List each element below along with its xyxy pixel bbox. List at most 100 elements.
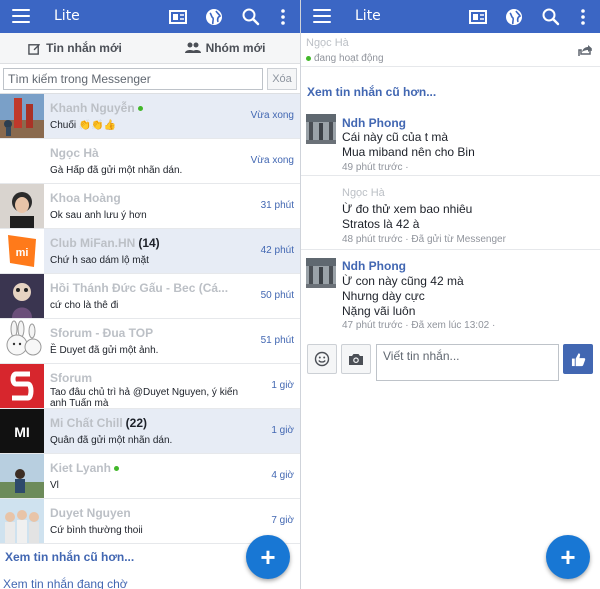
app-brand: Lite <box>355 8 381 24</box>
see-older-messages-link[interactable]: Xem tin nhắn cũ hơn... <box>307 85 436 99</box>
new-group-tab[interactable]: Nhóm mới <box>150 33 300 63</box>
conversation-avatar <box>0 139 44 183</box>
message-sender[interactable]: Ndh Phong <box>342 259 406 273</box>
message-text: Nhưng dày cực <box>342 289 425 303</box>
menu-icon[interactable] <box>12 9 30 23</box>
search-input[interactable] <box>3 67 263 90</box>
conversation-name: Kiet Lyanh <box>50 461 111 475</box>
conversation-name-wrap: Club MiFan.HN (14) <box>50 236 160 250</box>
conversation-snippet: cứ cho là thê đi <box>50 300 119 311</box>
conversation-name-wrap: Duyet Nguyen <box>50 506 131 520</box>
message-sender[interactable]: Ndh Phong <box>342 116 406 130</box>
menu-icon[interactable] <box>313 9 331 23</box>
conversation-list: Khanh Nguyễn Chuối 👏👏👍 Vừa xong Ngọc Hà Gà H… <box>0 94 300 544</box>
message-group: Ngọc Hà Ừ đo thử xem bao nhiêu Stratos l… <box>301 177 600 250</box>
conversation-row[interactable]: Khoa Hoàng Ok sau anh lưu ý hơn 31 phút <box>0 184 300 229</box>
globe-icon[interactable] <box>504 7 524 27</box>
conversation-list-pane: Lite Tin nhắn mới Nhóm mới Xóa Khanh Ngu… <box>0 0 300 589</box>
conversation-avatar <box>0 364 44 408</box>
search-icon[interactable] <box>241 7 261 27</box>
svg-text:mi: mi <box>16 247 29 259</box>
conversation-time: 42 phút <box>260 245 294 256</box>
message-meta: 48 phút trước · Đã gửi từ Messenger <box>342 234 506 245</box>
emoji-button[interactable] <box>307 344 337 374</box>
new-group-label: Nhóm mới <box>205 41 266 55</box>
message-meta: 49 phút trước · <box>342 162 409 173</box>
message-sender[interactable]: Ngọc Hà <box>342 187 385 199</box>
compose-tabs: Tin nhắn mới Nhóm mới <box>0 33 300 64</box>
conversation-avatar <box>0 319 44 363</box>
conversation-time: 4 giờ <box>271 470 294 481</box>
conversation-row[interactable]: mi Club MiFan.HN (14) Chứ h sao dám lộ mặt 4… <box>0 229 300 274</box>
like-button[interactable] <box>563 344 593 374</box>
chat-contact-name[interactable]: Ngọc Hà <box>306 37 349 49</box>
conversation-avatar: MI <box>0 409 44 453</box>
more-options-icon[interactable] <box>273 7 293 27</box>
message-text: Mua miband nên cho Bin <box>342 145 475 159</box>
online-dot <box>113 466 119 472</box>
sender-avatar[interactable] <box>306 114 336 144</box>
conversation-name-wrap: Khoa Hoàng <box>50 191 121 205</box>
conversation-row[interactable]: Sforum - Đua TOP Ȅ Duyet đã gửi một ảnh. 5… <box>0 319 300 364</box>
conversation-name: Club MiFan.HN <box>50 236 136 250</box>
conversation-time: Vừa xong <box>250 155 294 166</box>
photo-button[interactable] <box>341 344 371 374</box>
conversation-row[interactable]: MI Mi Chất Chill (22) Quân đã gửi một nhãn … <box>0 409 300 454</box>
chat-status-text: đang hoạt động <box>314 53 384 64</box>
new-message-tab[interactable]: Tin nhắn mới <box>0 33 150 63</box>
conversation-snippet: Ok sau anh lưu ý hơn <box>50 210 147 221</box>
message-input[interactable] <box>376 344 559 381</box>
pending-messages-link[interactable]: Xem tin nhắn đang chờ <box>3 577 128 589</box>
share-icon[interactable] <box>578 45 592 57</box>
sender-avatar[interactable] <box>306 258 336 288</box>
message-text: Ừ đo thử xem bao nhiêu <box>342 202 473 216</box>
unread-count: (22) <box>125 416 148 430</box>
globe-icon[interactable] <box>204 7 224 27</box>
see-older-link[interactable]: Xem tin nhắn cũ hơn... <box>5 550 134 564</box>
clear-search-button[interactable]: Xóa <box>267 67 297 90</box>
conversation-row[interactable]: Ngọc Hà Gà Hấp đã gửi một nhãn dán. Vừa xo… <box>0 139 300 184</box>
more-options-icon[interactable] <box>573 7 593 27</box>
compose-icon <box>28 43 41 55</box>
conversation-row[interactable]: Duyet Nguyen Cứ bình thường thoii 7 giờ <box>0 499 300 544</box>
conversation-name-wrap: Kiet Lyanh <box>50 461 119 475</box>
conversation-name-wrap: Mi Chất Chill (22) <box>50 416 147 430</box>
new-message-fab[interactable]: + <box>546 535 590 579</box>
conversation-name: Sforum <box>50 371 92 385</box>
conversation-time: 51 phút <box>260 335 294 346</box>
conversation-name: Ngọc Hà <box>50 146 99 160</box>
camera-icon <box>349 354 363 365</box>
conversation-row[interactable]: Khanh Nguyễn Chuối 👏👏👍 Vừa xong <box>0 94 300 139</box>
conversation-avatar <box>0 94 44 138</box>
conversation-name: Hồi Thánh Đức Gấu - Bec (Cá... <box>50 281 229 295</box>
unread-count: (14) <box>138 236 160 250</box>
conversation-row[interactable]: Hồi Thánh Đức Gấu - Bec (Cá... cứ cho là … <box>0 274 300 319</box>
message-meta: 47 phút trước · Đã xem lúc 13:02 · <box>342 320 496 331</box>
search-icon[interactable] <box>541 7 561 27</box>
conversation-avatar: mi <box>0 229 44 273</box>
conversation-snippet: Quân đã gửi một nhãn dán. <box>50 435 173 446</box>
new-message-fab[interactable]: + <box>246 535 290 579</box>
conversation-row[interactable]: Kiet Lyanh Vl 4 giờ <box>0 454 300 499</box>
app-brand: Lite <box>54 8 80 24</box>
conversation-snippet: Chứ h sao dám lộ mặt <box>50 255 149 266</box>
svg-text:MI: MI <box>14 424 30 440</box>
chat-status: đang hoạt động <box>306 53 384 64</box>
conversation-row[interactable]: Sforum Tao đâu chủ trì hả @Duyet Nguyen, … <box>0 364 300 409</box>
conversation-snippet: Chuối 👏👏👍 <box>50 120 117 131</box>
plus-icon: + <box>260 541 276 572</box>
message-group: Ndh Phong Ừ con này cũng 42 mà Nhưng dày… <box>301 251 600 337</box>
news-feed-icon[interactable] <box>168 7 188 27</box>
conversation-snippet: Vl <box>50 480 59 491</box>
conversation-snippet: Gà Hấp đã gửi một nhãn dán. <box>50 165 183 176</box>
message-text: Nặng vãi luôn <box>342 304 416 318</box>
conversation-name-wrap: Sforum - Đua TOP <box>50 326 153 340</box>
conversation-name-wrap: Khanh Nguyễn <box>50 101 143 115</box>
conversation-name: Sforum - Đua TOP <box>50 326 154 340</box>
new-message-label: Tin nhắn mới <box>46 41 122 55</box>
message-composer <box>301 341 600 383</box>
news-feed-icon[interactable] <box>468 7 488 27</box>
top-bar-right: Lite <box>301 0 600 33</box>
conversation-name: Khoa Hoàng <box>50 191 121 205</box>
online-dot <box>306 55 311 61</box>
